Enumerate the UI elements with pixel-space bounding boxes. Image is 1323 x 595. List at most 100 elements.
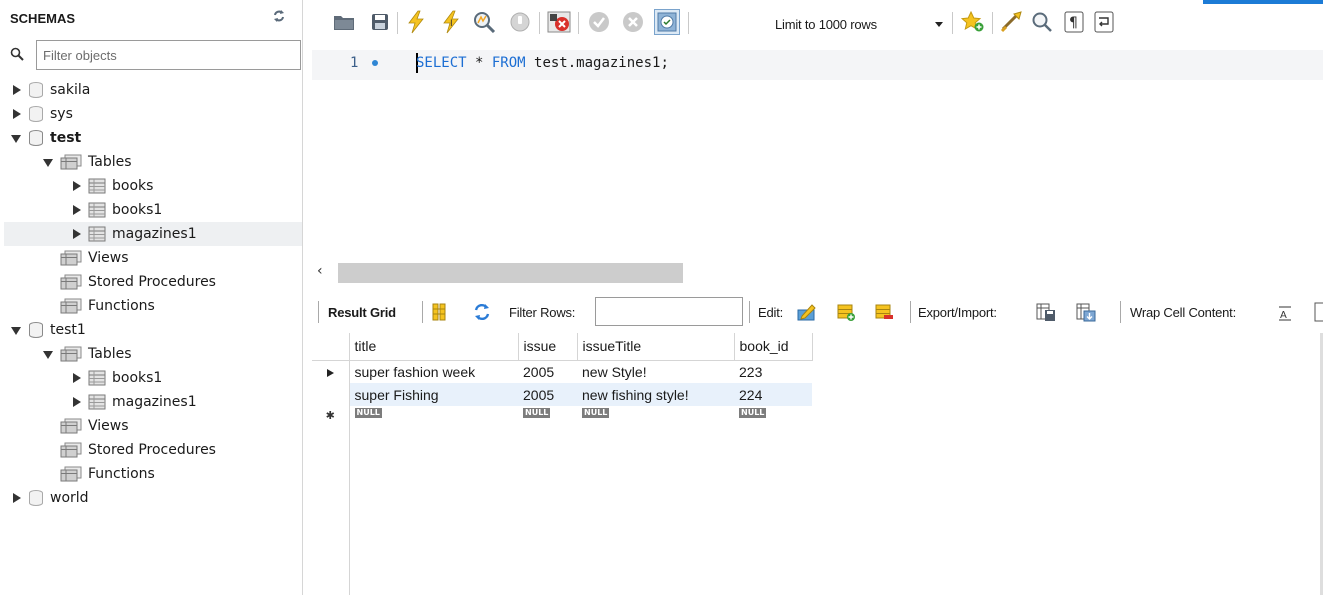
wrap-lines-button[interactable] xyxy=(1092,10,1116,34)
table-item-books[interactable]: books xyxy=(70,174,153,198)
tree-item-test-functions[interactable]: Functions xyxy=(42,294,155,318)
delete-row-icon[interactable] xyxy=(874,302,894,322)
table-item-test1-books1[interactable]: books1 xyxy=(70,366,162,390)
column-header[interactable]: book_id xyxy=(734,333,813,360)
import-icon[interactable] xyxy=(1076,302,1096,322)
collapse-arrow-icon[interactable] xyxy=(42,155,56,169)
column-header[interactable]: title xyxy=(349,333,519,360)
table-cell[interactable]: super fashion week xyxy=(349,360,518,383)
wrap-cell-icon[interactable]: A xyxy=(1277,302,1293,322)
insert-row-icon[interactable] xyxy=(836,302,856,322)
expand-arrow-icon[interactable] xyxy=(70,203,84,217)
table-cell[interactable]: NULL xyxy=(577,406,734,429)
row-header[interactable] xyxy=(312,360,350,383)
sql-editor[interactable]: 1 SELECT * FROM test.magazines1; xyxy=(312,45,1323,259)
rollback-button[interactable] xyxy=(621,10,645,34)
table-cell[interactable]: 2005 xyxy=(518,360,577,383)
expand-arrow-icon[interactable] xyxy=(70,395,84,409)
autocommit-button[interactable] xyxy=(654,9,680,35)
schema-item-test[interactable]: test xyxy=(10,126,81,150)
collapse-arrow-icon[interactable] xyxy=(10,131,24,145)
add-snippet-button[interactable] xyxy=(961,10,985,34)
sql-code-line[interactable]: SELECT * FROM test.magazines1; xyxy=(416,55,669,71)
schema-item-world[interactable]: world xyxy=(10,486,89,510)
export-icon[interactable] xyxy=(1036,302,1056,322)
commit-icon xyxy=(589,12,609,32)
table-item-test1-magazines1[interactable]: magazines1 xyxy=(70,390,197,414)
table-cell[interactable]: NULL xyxy=(518,406,577,429)
schema-item-sys[interactable]: sys xyxy=(10,102,73,126)
tree-label: Views xyxy=(88,250,129,266)
tables-folder-icon xyxy=(60,346,82,362)
collapse-arrow-icon[interactable] xyxy=(10,323,24,337)
line-number: 1 xyxy=(350,55,359,71)
tree-item-test-tables[interactable]: Tables xyxy=(42,150,132,174)
table-cell[interactable]: new Style! xyxy=(577,360,734,383)
tree-item-test1-tables[interactable]: Tables xyxy=(42,342,132,366)
table-cell[interactable]: 224 xyxy=(734,383,812,406)
current-row-arrow-icon xyxy=(326,368,334,377)
invisibles-button[interactable]: ¶ xyxy=(1062,10,1086,34)
collapse-arrow-icon[interactable] xyxy=(42,347,56,361)
filter-rows-label: Filter Rows: xyxy=(509,305,576,320)
edit-cell-icon[interactable] xyxy=(796,302,816,322)
schema-item-sakila[interactable]: sakila xyxy=(10,78,90,102)
expand-arrow-icon[interactable] xyxy=(70,227,84,241)
row-header[interactable]: ✱ xyxy=(312,406,350,429)
table-cell[interactable]: NULL xyxy=(734,406,812,429)
expand-arrow-icon[interactable] xyxy=(10,107,24,121)
tree-item-test1-functions[interactable]: Functions xyxy=(42,462,155,486)
execute-button[interactable] xyxy=(404,10,428,34)
tree-item-test1-stored-procedures[interactable]: Stored Procedures xyxy=(42,438,216,462)
refresh-icon[interactable] xyxy=(272,9,286,23)
new-row[interactable]: ✱ NULL NULL NULL NULL xyxy=(312,406,812,429)
table-cell[interactable]: super Fishing xyxy=(349,383,518,406)
expand-arrow-icon[interactable] xyxy=(10,491,24,505)
table-item-books1[interactable]: books1 xyxy=(70,198,162,222)
panel-toggle-icon[interactable] xyxy=(1314,302,1323,322)
tree-item-test-stored-procedures[interactable]: Stored Procedures xyxy=(42,270,216,294)
scroll-left-icon[interactable]: ‹ xyxy=(317,263,323,279)
toggle-error-button[interactable] xyxy=(547,10,571,34)
editor-horizontal-scrollbar[interactable]: ‹ xyxy=(312,262,1323,284)
open-folder-button[interactable] xyxy=(332,10,356,34)
table-row[interactable]: super fashion week 2005 new Style! 223 xyxy=(312,360,812,383)
tree-item-test1-views[interactable]: Views xyxy=(42,414,129,438)
form-editor-icon[interactable] xyxy=(430,302,450,322)
row-header[interactable] xyxy=(312,383,350,406)
schema-item-test1[interactable]: test1 xyxy=(10,318,86,342)
stop-button[interactable] xyxy=(508,10,532,34)
filter-objects-container xyxy=(8,40,301,70)
find-button[interactable] xyxy=(1030,10,1054,34)
tree-label: Tables xyxy=(88,346,132,362)
table-label: books1 xyxy=(112,202,163,218)
tree-label: Functions xyxy=(88,466,155,482)
expand-arrow-icon[interactable] xyxy=(70,371,84,385)
refresh-results-icon[interactable] xyxy=(472,302,492,322)
filter-rows-input[interactable] xyxy=(595,297,743,326)
table-item-magazines1[interactable]: magazines1 xyxy=(4,222,302,246)
chevron-down-icon[interactable] xyxy=(935,22,943,27)
column-header[interactable]: issueTitle xyxy=(577,333,735,360)
explain-button[interactable] xyxy=(472,10,496,34)
table-cell[interactable]: NULL xyxy=(349,406,518,429)
limit-rows-select[interactable]: Limit to 1000 rows xyxy=(775,17,877,32)
save-button[interactable] xyxy=(368,10,392,34)
beautify-button[interactable] xyxy=(1000,10,1024,34)
expand-arrow-icon[interactable] xyxy=(10,83,24,97)
column-header[interactable]: issue xyxy=(518,333,578,360)
expand-arrow-icon[interactable] xyxy=(70,179,84,193)
filter-objects-input[interactable] xyxy=(36,40,301,70)
table-cell[interactable]: 223 xyxy=(734,360,812,383)
tree-item-test-views[interactable]: Views xyxy=(42,246,129,270)
scrollbar-thumb[interactable] xyxy=(338,263,683,283)
table-cell[interactable]: 2005 xyxy=(518,383,577,406)
execute-current-button[interactable]: I xyxy=(439,10,463,34)
table-cell[interactable]: new fishing style! xyxy=(577,383,734,406)
result-grid[interactable]: title issue issueTitle book_id super fas… xyxy=(312,333,1323,595)
table-row[interactable]: super Fishing 2005 new fishing style! 22… xyxy=(312,383,812,406)
database-icon xyxy=(29,322,43,338)
result-grid-tab[interactable]: Result Grid xyxy=(328,305,396,320)
statement-marker-icon[interactable] xyxy=(372,60,378,66)
commit-button[interactable] xyxy=(587,10,611,34)
